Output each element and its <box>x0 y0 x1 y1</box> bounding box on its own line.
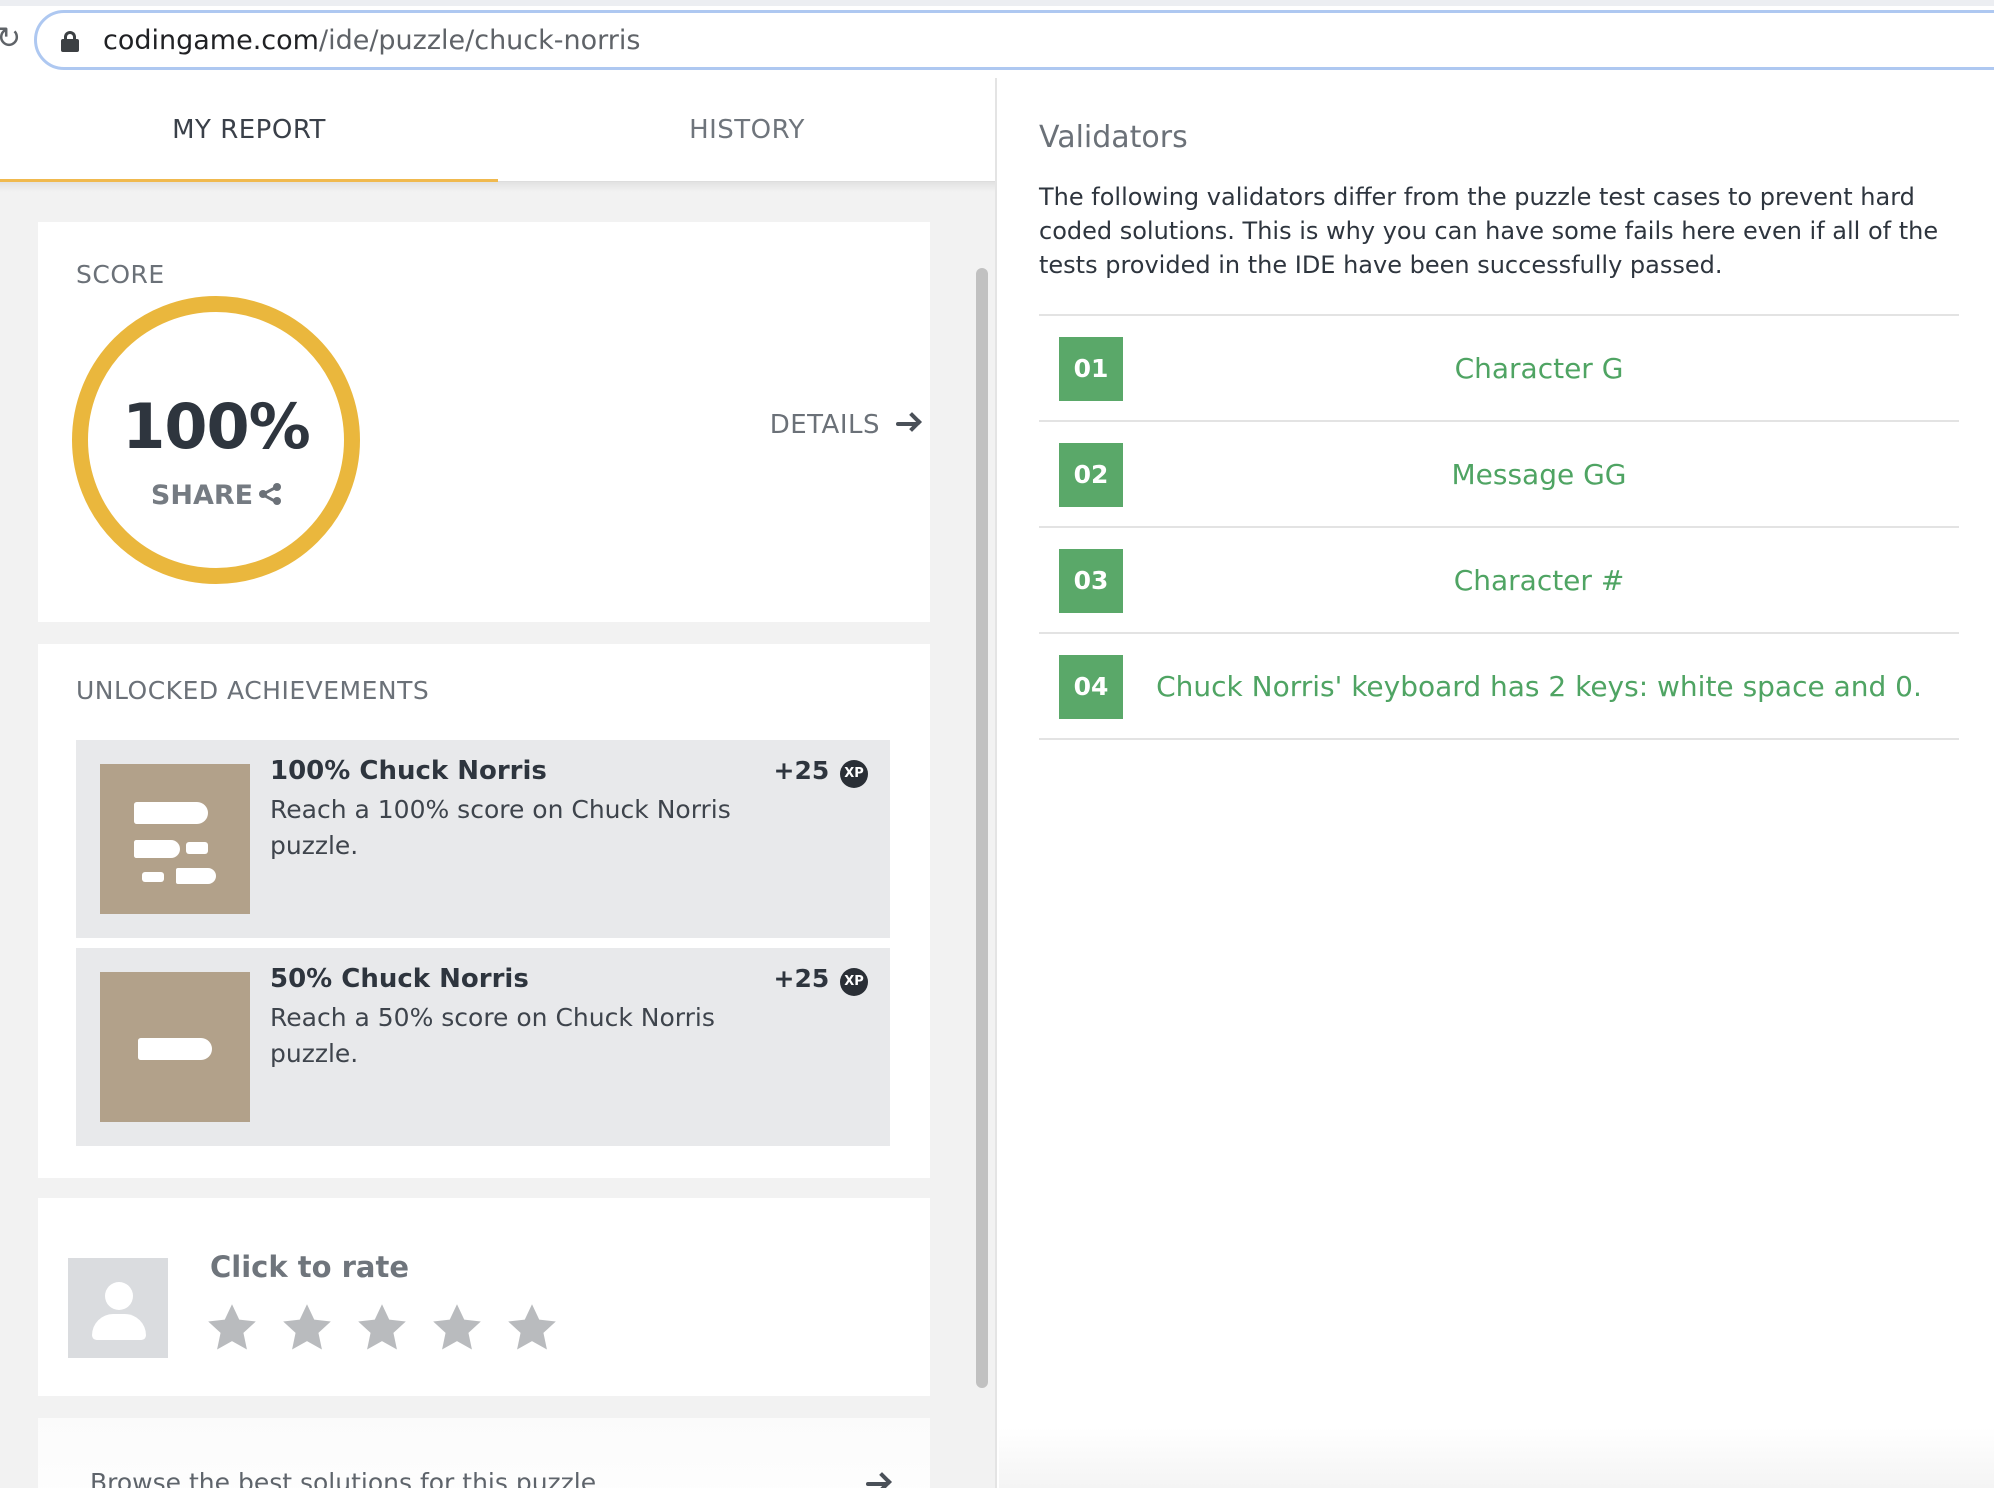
validator-number: 01 <box>1059 337 1123 401</box>
validators-panel: Validators The following validators diff… <box>999 78 1994 1488</box>
validator-name: Character # <box>1453 564 1625 597</box>
share-button[interactable]: SHARE <box>88 480 344 511</box>
score-ring: 100% SHARE <box>72 296 360 584</box>
validators-list: 01 Character G 02 Message GG 03 Characte… <box>1039 314 1959 740</box>
achievement-title: 50% Chuck Norris <box>270 964 529 994</box>
achievement-description: Reach a 100% score on Chuck Norris puzzl… <box>270 795 731 860</box>
validator-row[interactable]: 02 Message GG <box>1039 422 1959 528</box>
achievement-xp: +25 XP <box>774 756 868 788</box>
validator-number: 04 <box>1059 655 1123 719</box>
browser-toolbar: ↻ codingame.com/ide/puzzle/chuck-norris <box>0 0 1994 78</box>
achievement-xp: +25 XP <box>774 964 868 996</box>
tab-history[interactable]: HISTORY <box>498 78 995 182</box>
bullet-icon <box>100 972 250 1122</box>
validator-number: 03 <box>1059 549 1123 613</box>
validator-number: 02 <box>1059 443 1123 507</box>
validator-name: Character G <box>1454 352 1624 385</box>
validator-name: Chuck Norris' keyboard has 2 keys: white… <box>1156 670 1922 703</box>
rate-title[interactable]: Click to rate <box>210 1250 409 1284</box>
star-icon[interactable] <box>354 1300 410 1356</box>
score-value: 100% <box>122 390 311 463</box>
tab-history-label: HISTORY <box>689 115 805 145</box>
validators-description: The following validators differ from the… <box>1039 183 1939 279</box>
bullets-icon <box>100 764 250 914</box>
xp-icon: XP <box>840 760 868 788</box>
tabs-shadow <box>0 182 995 192</box>
url-text[interactable]: codingame.com/ide/puzzle/chuck-norris <box>103 25 640 57</box>
tab-my-report-label: MY REPORT <box>172 115 326 145</box>
share-label: SHARE <box>150 480 254 511</box>
achievement-xp-value: +25 <box>773 756 830 785</box>
score-card: SCORE 100% SHARE DETAILS <box>38 222 930 622</box>
details-link[interactable]: DETAILS <box>770 410 922 440</box>
xp-icon: XP <box>840 968 868 996</box>
details-label: DETAILS <box>769 410 880 440</box>
address-bar[interactable]: codingame.com/ide/puzzle/chuck-norris <box>34 10 1994 70</box>
rating-card: Click to rate <box>38 1198 930 1396</box>
avatar <box>68 1258 168 1358</box>
tab-my-report[interactable]: MY REPORT <box>0 78 498 186</box>
score-label: SCORE <box>76 260 165 289</box>
validator-name: Message GG <box>1451 458 1627 491</box>
star-icon[interactable] <box>429 1300 485 1356</box>
browse-solutions-link[interactable]: Browse the best solutions for this puzzl… <box>90 1468 596 1488</box>
star-icon[interactable] <box>204 1300 260 1356</box>
achievement-item: 100% Chuck Norris Reach a 100% score on … <box>76 740 890 938</box>
validator-row[interactable]: 03 Character # <box>1039 528 1959 634</box>
lock-icon[interactable] <box>61 31 79 52</box>
arrow-right-icon <box>896 412 922 436</box>
star-icon[interactable] <box>504 1300 560 1356</box>
achievement-xp-value: +25 <box>773 964 830 993</box>
achievement-description: Reach a 50% score on Chuck Norris puzzle… <box>270 1003 715 1068</box>
url-host: codingame.com <box>103 25 319 56</box>
browse-solutions-card[interactable]: Browse the best solutions for this puzzl… <box>38 1418 930 1488</box>
achievement-title: 100% Chuck Norris <box>270 756 547 786</box>
arrow-right-icon[interactable] <box>866 1472 892 1488</box>
url-path: /ide/puzzle/chuck-norris <box>318 25 641 56</box>
scrollbar-thumb[interactable] <box>976 268 988 1388</box>
report-tabs: MY REPORT HISTORY <box>0 78 995 186</box>
share-icon <box>259 483 282 505</box>
browser-tab-strip-edge <box>0 0 1994 6</box>
star-icon[interactable] <box>279 1300 335 1356</box>
validator-row[interactable]: 01 Character G <box>1039 316 1959 422</box>
star-rating <box>204 1300 574 1360</box>
validators-title: Validators <box>1039 120 1188 155</box>
bottom-fade <box>999 1428 1994 1488</box>
achievements-card: UNLOCKED ACHIEVEMENTS 100% Chuck Norris … <box>38 644 930 1178</box>
report-scrollbar[interactable] <box>972 188 990 1488</box>
reload-icon[interactable]: ↻ <box>0 22 21 56</box>
achievement-item: 50% Chuck Norris Reach a 50% score on Ch… <box>76 948 890 1146</box>
report-panel: MY REPORT HISTORY SCORE 100% SHARE DETAI… <box>0 78 997 1488</box>
achievements-label: UNLOCKED ACHIEVEMENTS <box>76 676 430 705</box>
validator-row[interactable]: 04 Chuck Norris' keyboard has 2 keys: wh… <box>1039 634 1959 740</box>
